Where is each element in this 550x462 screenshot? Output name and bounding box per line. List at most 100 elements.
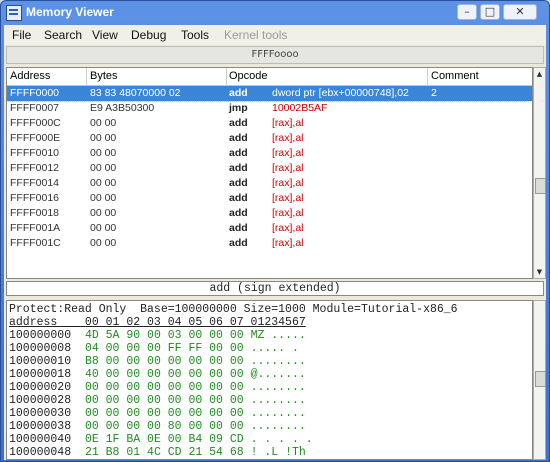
disasm-opcode: add xyxy=(229,147,248,159)
disasm-bytes: 00 00 xyxy=(90,192,117,204)
menu-tools[interactable]: Tools xyxy=(181,28,209,42)
hex-row-ascii: ........ xyxy=(250,407,306,420)
hex-row-address: 100000030 xyxy=(9,407,72,420)
hex-row-bytes: 00 00 00 00 00 00 00 00 xyxy=(84,394,244,407)
hex-view[interactable]: Protect:Read Only Base=100000000 Size=10… xyxy=(6,300,533,460)
col-bytes[interactable]: Bytes xyxy=(90,70,118,82)
hex-row-ascii: ........ xyxy=(250,355,306,368)
hex-row-ascii: ........ xyxy=(250,394,306,407)
col-comment[interactable]: Comment xyxy=(431,70,479,82)
address-bar[interactable]: FFFFoooo xyxy=(6,46,544,64)
disasm-bytes: 00 00 xyxy=(90,222,117,234)
col-opcode[interactable]: Opcode xyxy=(229,70,268,82)
disasm-opcode: add xyxy=(229,117,248,129)
hex-row-ascii: is progr xyxy=(251,459,306,460)
hex-row[interactable]: 100000038 00 00 00 00 80 00 00 00 ......… xyxy=(9,420,306,433)
menu-view[interactable]: View xyxy=(92,28,118,42)
hex-row[interactable]: 100000018 40 00 00 00 00 00 00 00 @.....… xyxy=(9,368,306,381)
disasm-operand: [rax],al xyxy=(272,207,304,219)
minimize-button[interactable]: – xyxy=(457,4,477,20)
hex-row[interactable]: 100000040 0E 1F BA 0E 00 B4 09 CD . . . … xyxy=(9,433,313,446)
disasm-row[interactable]: FFFF0018 00 00 add [rax],al xyxy=(7,206,532,221)
maximize-button[interactable]: □ xyxy=(480,4,500,20)
disasm-bytes: E9 A3B50300 xyxy=(90,102,155,114)
scroll-down-arrow-icon[interactable]: ▼ xyxy=(534,266,545,278)
hex-row-bytes: 4D 5A 90 00 03 00 00 00 xyxy=(84,329,244,342)
hex-row[interactable]: 100000028 00 00 00 00 00 00 00 00 ......… xyxy=(9,394,306,407)
hex-row[interactable]: 100000030 00 00 00 00 00 00 00 00 ......… xyxy=(9,407,306,420)
disasm-operand: [rax],al xyxy=(272,147,304,159)
hex-scrollbar[interactable] xyxy=(533,300,546,460)
hex-row-ascii: ........ xyxy=(250,420,306,433)
disasm-operand: [rax],al xyxy=(272,177,304,189)
menu-search[interactable]: Search xyxy=(44,28,82,42)
disasm-comment: 2 xyxy=(431,87,437,99)
close-button[interactable]: ✕ xyxy=(503,4,537,20)
disasm-opcode: add xyxy=(229,132,248,144)
disasm-operand: [rax],al xyxy=(272,162,304,174)
disasm-operand: dword ptr [ebx+00000748],02 xyxy=(272,87,409,99)
window-title: Memory Viewer xyxy=(26,5,114,19)
hex-row-bytes: 04 00 00 00 FF FF 00 00 xyxy=(84,342,244,355)
hex-row[interactable]: 100000050 69 73 20 70 72 6F 67 72 is pro… xyxy=(9,459,306,460)
disasm-row[interactable]: FFFF001C 00 00 add [rax],al xyxy=(7,236,532,251)
disasm-opcode: add xyxy=(229,162,248,174)
disassembler-view[interactable]: Address Bytes Opcode Comment FFFF0000 83 … xyxy=(6,67,533,279)
disasm-address: FFFF0012 xyxy=(10,162,60,174)
disasm-bytes: 00 00 xyxy=(90,237,117,249)
menu-file[interactable]: File xyxy=(12,28,31,42)
hex-info-line: Protect:Read Only Base=100000000 Size=10… xyxy=(9,303,458,316)
disasm-address: FFFF0000 xyxy=(10,87,60,99)
disasm-bytes: 83 83 48070000 02 xyxy=(90,87,181,99)
disasm-row[interactable]: FFFF0010 00 00 add [rax],al xyxy=(7,146,532,161)
hex-row[interactable]: 100000020 00 00 00 00 00 00 00 00 ......… xyxy=(9,381,306,394)
hex-scroll-thumb[interactable] xyxy=(535,371,546,387)
disasm-row[interactable]: FFFF0016 00 00 add [rax],al xyxy=(7,191,532,206)
hex-row[interactable]: 100000010 B8 00 00 00 00 00 00 00 ......… xyxy=(9,355,306,368)
hex-row-bytes: 00 00 00 00 80 00 00 00 xyxy=(84,420,244,433)
hex-row[interactable]: 100000000 4D 5A 90 00 03 00 00 00 MZ ...… xyxy=(9,329,306,342)
hex-row-ascii: . . . . . xyxy=(250,433,313,446)
disasm-row[interactable]: FFFF0000 83 83 48070000 02 add dword ptr [e… xyxy=(7,85,532,102)
disasm-address: FFFF0007 xyxy=(10,102,60,114)
disasm-row[interactable]: FFFF0007 E9 A3B50300 jmp 10002B5AF xyxy=(7,101,532,116)
disasm-row[interactable]: FFFF001A 00 00 add [rax],al xyxy=(7,221,532,236)
hex-row-ascii: ........ xyxy=(250,381,306,394)
hex-row[interactable]: 100000008 04 00 00 00 FF FF 00 00 ..... … xyxy=(9,342,299,355)
hex-column-header: address 00 01 02 03 04 05 06 07 01234567 xyxy=(9,316,306,329)
disasm-address: FFFF0010 xyxy=(10,147,60,159)
title-bar[interactable]: Memory Viewer – □ ✕ xyxy=(1,1,549,25)
hex-row-address: 100000008 xyxy=(9,342,72,355)
hex-row-ascii: ..... . xyxy=(250,342,299,355)
disasm-bytes: 00 00 xyxy=(90,132,117,144)
hex-row-address: 100000050 xyxy=(9,459,71,460)
disasm-bytes: 00 00 xyxy=(90,147,117,159)
disasm-opcode: add xyxy=(229,237,248,249)
hex-row[interactable]: 100000048 21 B8 01 4C CD 21 54 68 ! .L !… xyxy=(9,446,306,459)
disasm-address: FFFF000E xyxy=(10,132,61,144)
menu-kernel-tools[interactable]: Kernel tools xyxy=(224,28,287,42)
disasm-opcode: add xyxy=(229,207,248,219)
disasm-opcode: add xyxy=(229,222,248,234)
disasm-operand: [rax],al xyxy=(272,117,304,129)
disasm-row[interactable]: FFFF000E 00 00 add [rax],al xyxy=(7,131,532,146)
hex-row-address: 100000000 xyxy=(9,329,72,342)
disasm-row[interactable]: FFFF000C 00 00 add [rax],al xyxy=(7,116,532,131)
disasm-opcode: add xyxy=(229,192,248,204)
hex-row-ascii: ! .L !Th xyxy=(250,446,306,459)
hex-row-address: 100000038 xyxy=(9,420,72,433)
hex-row-bytes: 0E 1F BA 0E 00 B4 09 CD xyxy=(84,433,244,446)
hex-row-bytes: 21 B8 01 4C CD 21 54 68 xyxy=(84,446,244,459)
scroll-thumb[interactable] xyxy=(535,178,546,194)
disasm-bytes: 00 00 xyxy=(90,177,117,189)
disasm-address: FFFF001C xyxy=(10,237,61,249)
scroll-up-arrow-icon[interactable]: ▲ xyxy=(534,68,545,80)
disasm-operand: 10002B5AF xyxy=(272,102,328,114)
disasm-scrollbar[interactable]: ▲ ▼ xyxy=(533,67,546,279)
disasm-address: FFFF0016 xyxy=(10,192,60,204)
disasm-row[interactable]: FFFF0014 00 00 add [rax],al xyxy=(7,176,532,191)
disasm-row[interactable]: FFFF0012 00 00 add [rax],al xyxy=(7,161,532,176)
disasm-address: FFFF000C xyxy=(10,117,61,129)
menu-debug[interactable]: Debug xyxy=(131,28,166,42)
col-address[interactable]: Address xyxy=(10,70,50,82)
